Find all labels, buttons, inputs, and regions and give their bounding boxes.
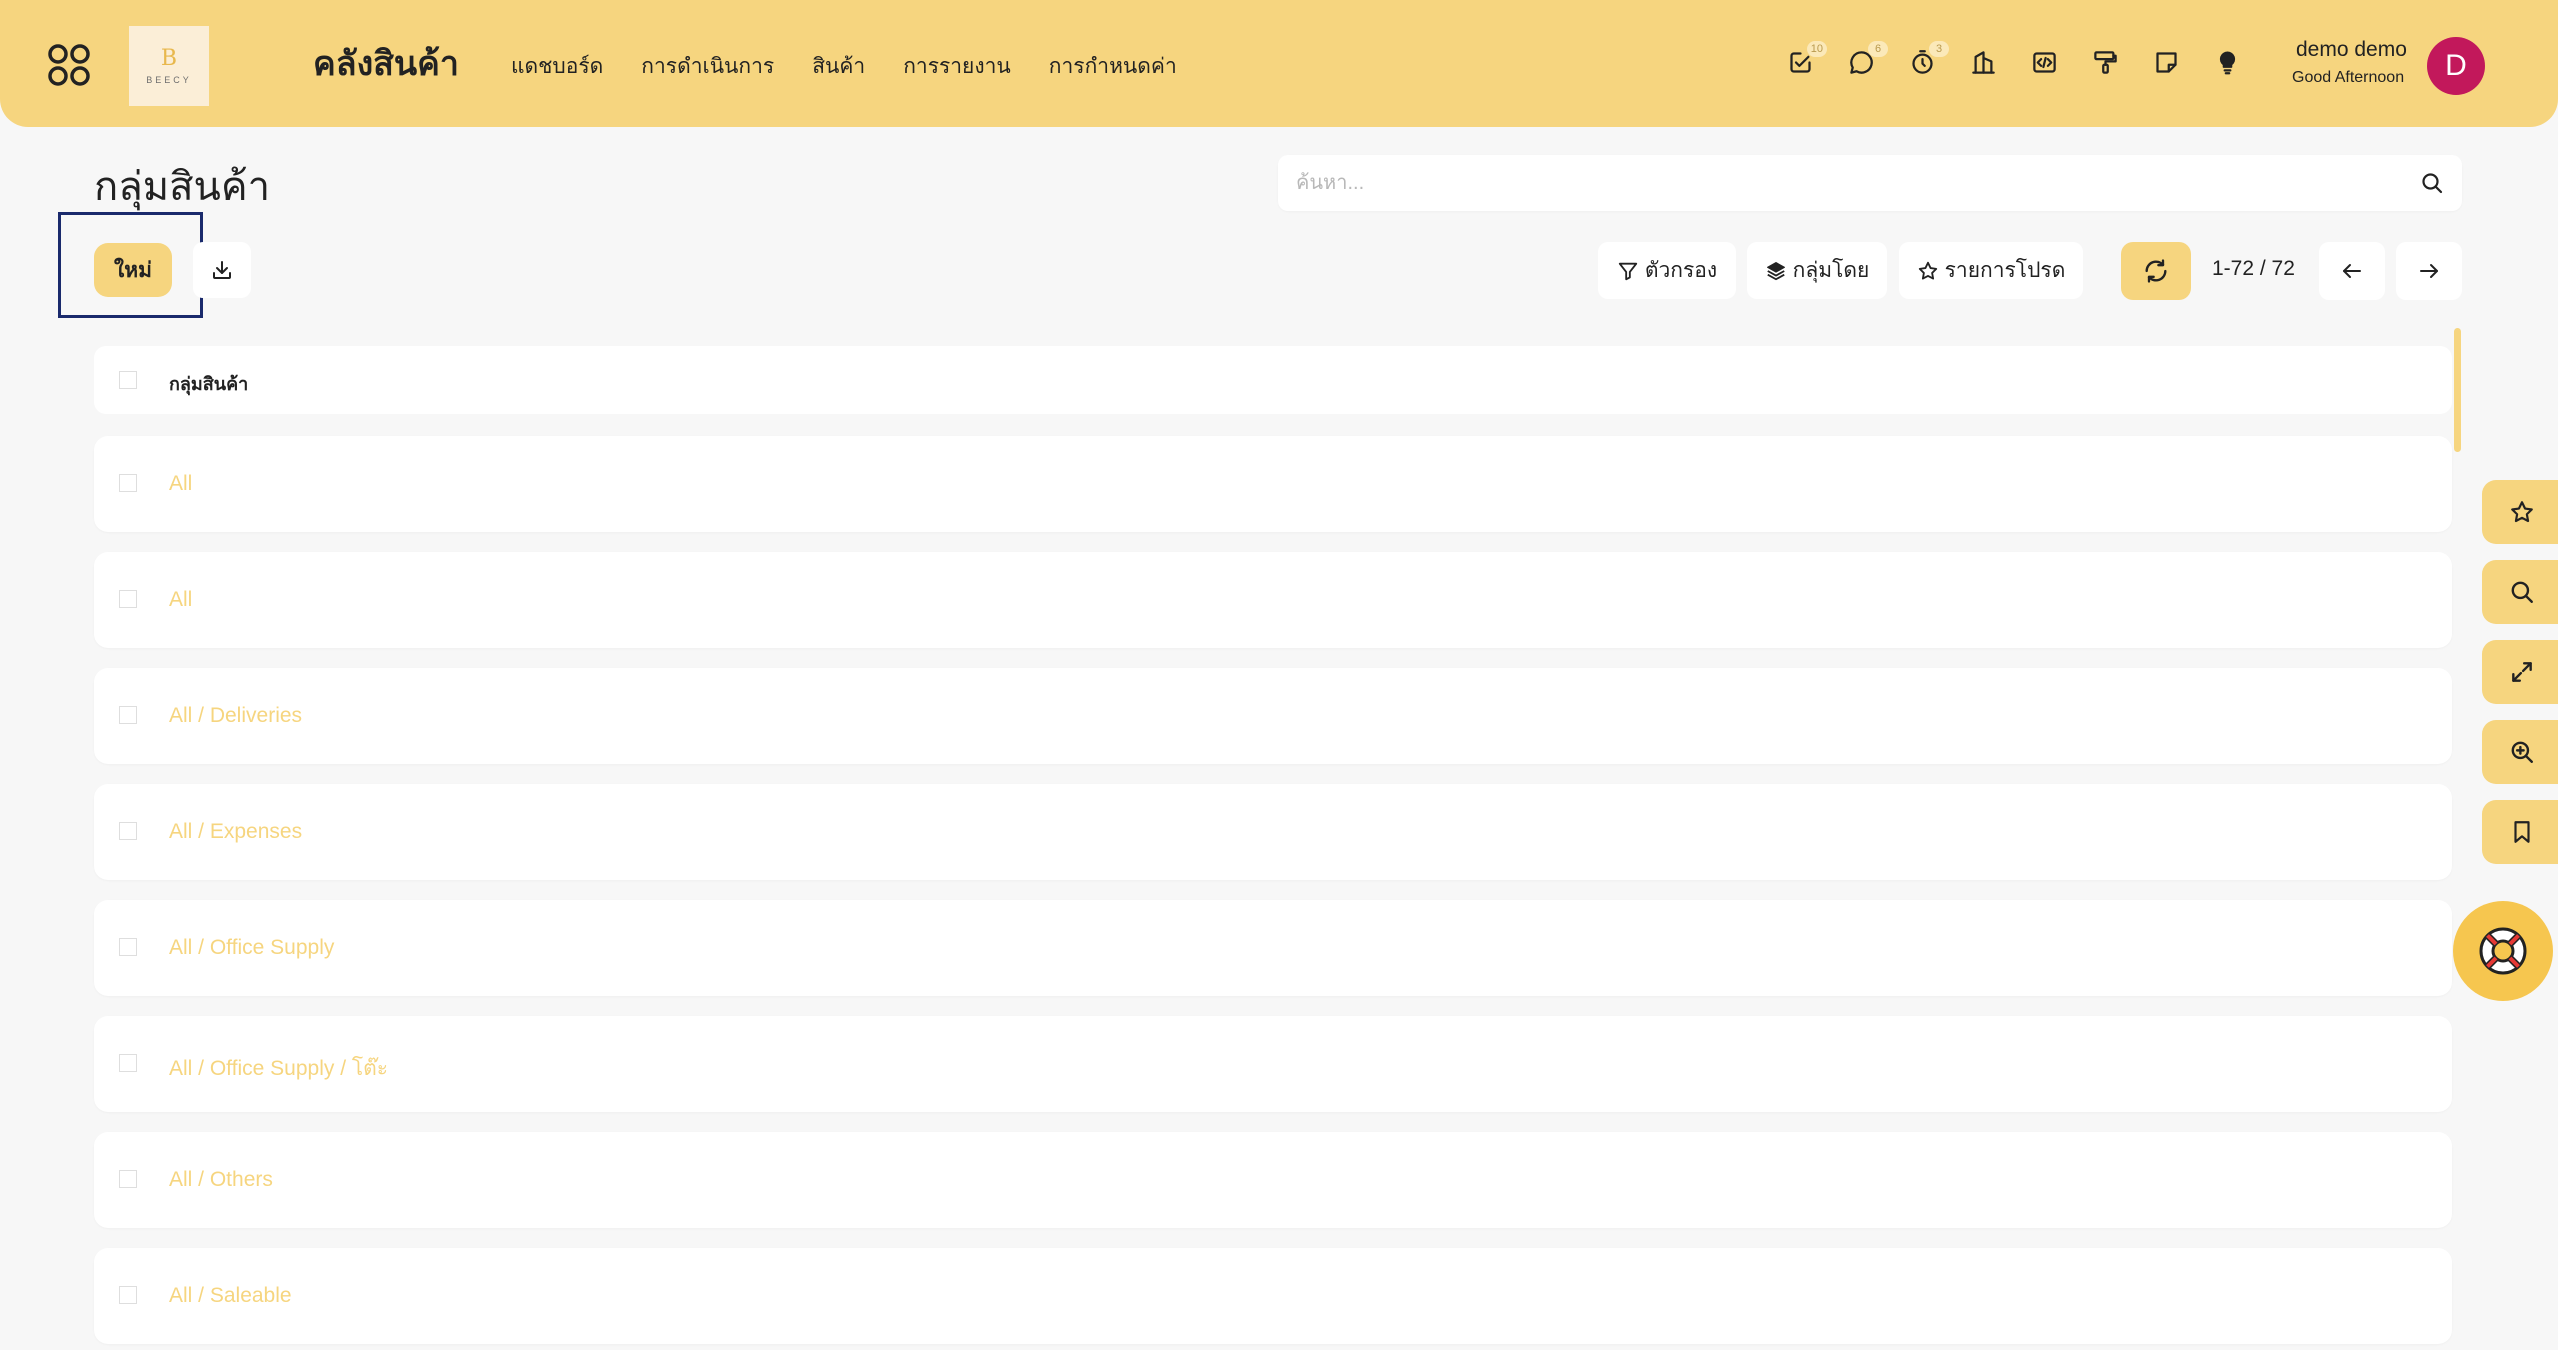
- pager-previous-button[interactable]: [2319, 242, 2385, 300]
- lightbulb-icon[interactable]: [2209, 44, 2245, 80]
- group-by-label: กลุ่มโดย: [1792, 259, 1870, 282]
- timer-badge: 3: [1929, 41, 1949, 57]
- list-row[interactable]: All / Expenses: [94, 784, 2452, 880]
- list-row[interactable]: All: [94, 436, 2452, 532]
- side-bookmark-button[interactable]: [2482, 800, 2558, 864]
- paint-roller-icon[interactable]: [2087, 44, 2123, 80]
- row-label: All: [169, 472, 193, 495]
- note-icon[interactable]: [2148, 44, 2184, 80]
- nav-item-operations[interactable]: การดำเนินการ: [641, 50, 774, 83]
- download-icon: [213, 261, 231, 279]
- row-label: All: [169, 588, 193, 611]
- row-checkbox[interactable]: [119, 822, 137, 840]
- row-label: All / Expenses: [169, 820, 303, 843]
- row-label: All / Office Supply / โต๊ะ: [169, 1057, 389, 1080]
- side-zoom-button[interactable]: [2482, 720, 2558, 784]
- list-row[interactable]: All / Deliveries: [94, 668, 2452, 764]
- pager-value[interactable]: 1-72 / 72: [2212, 257, 2295, 281]
- logo-text: BEECY: [146, 74, 192, 85]
- page-title: กลุ่มสินค้า: [94, 165, 271, 209]
- column-header-product-category[interactable]: กลุ่มสินค้า: [169, 369, 248, 398]
- chat-icon[interactable]: 6: [1843, 41, 1888, 80]
- list-header: กลุ่มสินค้า: [94, 346, 2452, 414]
- main-nav: แดชบอร์ด การดำเนินการ สินค้า การรายงาน ก…: [511, 50, 1177, 83]
- list-row[interactable]: All / Others: [94, 1132, 2452, 1228]
- nav-item-reporting[interactable]: การรายงาน: [903, 50, 1011, 83]
- row-checkbox[interactable]: [119, 1170, 137, 1188]
- arrow-right-icon: [2420, 264, 2438, 278]
- nav-item-configuration[interactable]: การกำหนดค่า: [1049, 50, 1177, 83]
- favorites-label: รายการโปรด: [1944, 259, 2066, 282]
- app-title: คลังสินค้า: [313, 45, 460, 83]
- code-icon[interactable]: [2026, 44, 2062, 80]
- zoom-in-icon: [2511, 741, 2533, 763]
- side-favorite-button[interactable]: [2482, 480, 2558, 544]
- search-input[interactable]: [1296, 155, 2396, 211]
- help-lifebuoy-button[interactable]: [2453, 901, 2553, 1001]
- star-icon: [1918, 261, 1937, 280]
- side-search-button[interactable]: [2482, 560, 2558, 624]
- apps-menu-icon[interactable]: [46, 42, 92, 88]
- user-greeting: Good Afternoon: [2292, 69, 2405, 86]
- new-button[interactable]: ใหม่: [94, 243, 172, 297]
- download-button[interactable]: [193, 242, 251, 298]
- activity-badge: 10: [1806, 41, 1827, 57]
- building-icon[interactable]: [1965, 44, 2001, 80]
- nav-item-dashboard[interactable]: แดชบอร์ด: [511, 50, 603, 83]
- row-checkbox[interactable]: [119, 474, 137, 492]
- row-checkbox[interactable]: [119, 706, 137, 724]
- side-expand-button[interactable]: [2482, 640, 2558, 704]
- refresh-button[interactable]: [2121, 242, 2191, 300]
- row-label: All / Deliveries: [169, 704, 303, 727]
- row-checkbox[interactable]: [119, 590, 137, 608]
- group-by-button[interactable]: กลุ่มโดย: [1747, 242, 1887, 299]
- pager-next-button[interactable]: [2396, 242, 2462, 300]
- refresh-icon: [2145, 259, 2167, 283]
- avatar[interactable]: D: [2427, 37, 2485, 95]
- search-bar: [1278, 155, 2462, 211]
- scrollbar-thumb[interactable]: [2454, 328, 2461, 452]
- list-row[interactable]: All: [94, 552, 2452, 648]
- row-checkbox[interactable]: [119, 1286, 137, 1304]
- row-label: All / Saleable: [169, 1284, 292, 1307]
- search-icon: [2511, 581, 2533, 603]
- favorites-button[interactable]: รายการโปรด: [1899, 242, 2083, 299]
- list-row[interactable]: All / Saleable: [94, 1248, 2452, 1344]
- row-checkbox[interactable]: [119, 1054, 137, 1072]
- chat-badge: 6: [1868, 41, 1888, 57]
- timer-icon[interactable]: 3: [1904, 41, 1949, 80]
- company-logo[interactable]: B BEECY: [129, 26, 209, 106]
- filter-button[interactable]: ตัวกรอง: [1598, 242, 1736, 299]
- list-row[interactable]: All / Office Supply: [94, 900, 2452, 996]
- arrow-left-icon: [2343, 264, 2361, 278]
- logo-letter: B: [160, 45, 178, 71]
- row-checkbox[interactable]: [119, 938, 137, 956]
- activity-icon[interactable]: 10: [1782, 41, 1827, 80]
- layers-icon: [1766, 261, 1785, 280]
- star-icon: [2511, 501, 2533, 523]
- filter-label: ตัวกรอง: [1644, 259, 1718, 282]
- lifebuoy-icon: [2479, 927, 2527, 975]
- select-all-checkbox[interactable]: [119, 371, 137, 389]
- row-label: All / Office Supply: [169, 936, 335, 959]
- systray: 10 6 3: [1782, 41, 2245, 80]
- expand-icon: [2512, 662, 2532, 682]
- list-row[interactable]: All / Office Supply / โต๊ะ: [94, 1016, 2452, 1112]
- bookmark-icon: [2514, 821, 2530, 843]
- row-label: All / Others: [169, 1168, 273, 1191]
- filter-icon: [1618, 262, 1638, 280]
- user-name[interactable]: demo demo: [2296, 38, 2407, 62]
- top-bar: B BEECY คลังสินค้า แดชบอร์ด การดำเนินการ…: [0, 0, 2558, 127]
- search-icon[interactable]: [2420, 171, 2444, 195]
- nav-item-products[interactable]: สินค้า: [812, 50, 865, 83]
